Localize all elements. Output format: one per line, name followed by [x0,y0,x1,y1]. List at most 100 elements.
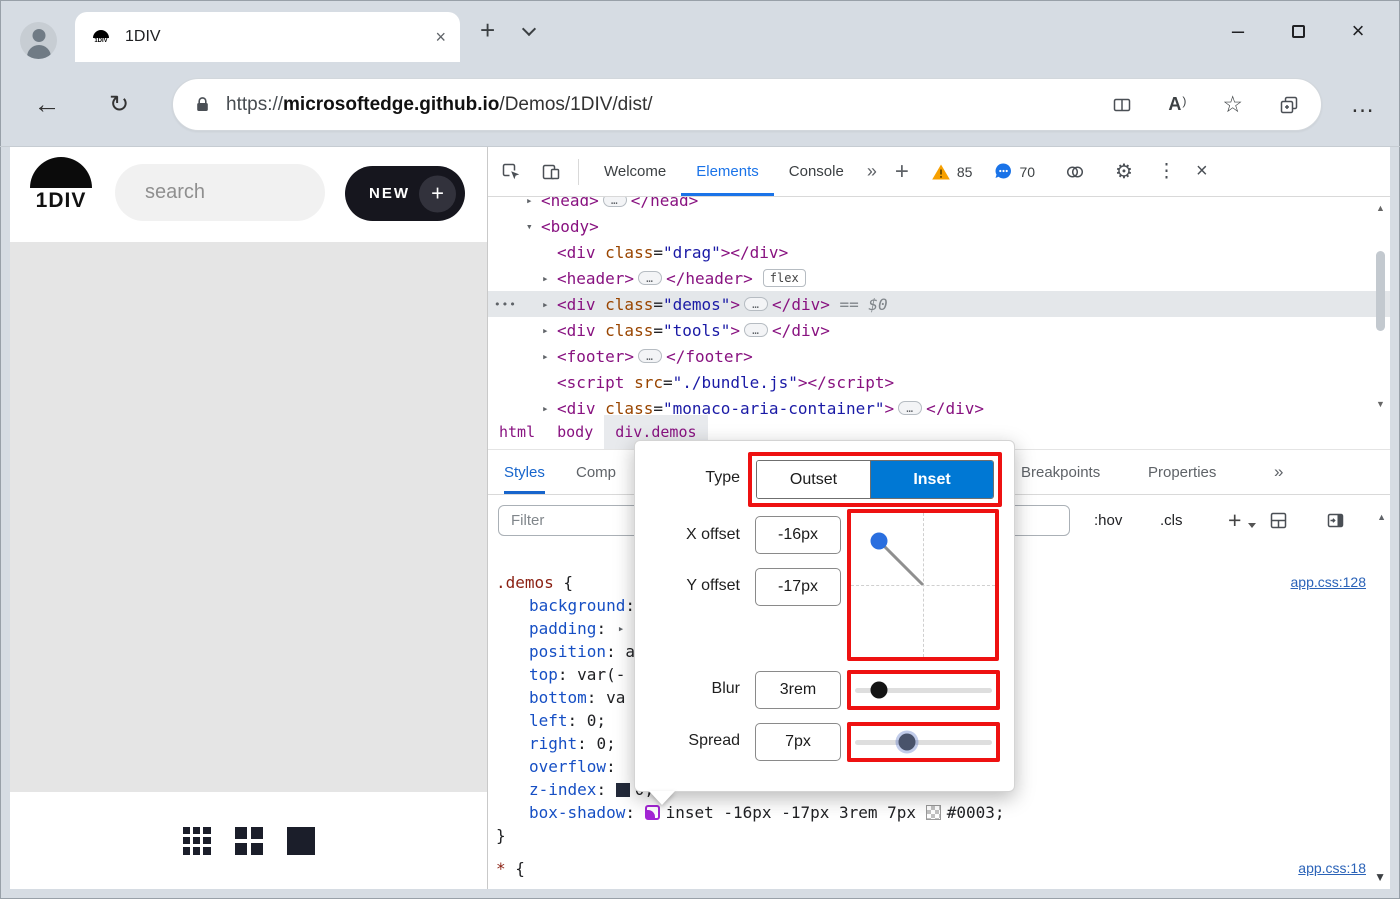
single-view-icon[interactable] [287,827,315,855]
maximize-button[interactable] [1268,18,1328,44]
spread-slider[interactable] [851,726,996,758]
css-source-link[interactable]: app.css:18 [1298,857,1366,880]
favorite-star-icon[interactable]: ☆ [1222,91,1243,118]
color-swatch[interactable] [926,805,941,820]
styles-scroll-up-icon[interactable]: ▲ [1377,512,1386,522]
minimize-button[interactable]: – [1208,18,1268,44]
focus-mode-icon[interactable] [1065,162,1085,182]
expander-icon[interactable]: ▸ [542,272,557,285]
z-index-swatch[interactable] [616,783,630,797]
split-screen-icon[interactable] [1112,95,1132,115]
shorthand-expand-icon[interactable]: ▸ [618,617,625,640]
breadcrumb-body[interactable]: body [546,415,604,449]
lock-icon[interactable] [195,96,210,113]
url-text[interactable]: https://microsoftedge.github.io/Demos/1D… [226,94,653,116]
tab-console[interactable]: Console [774,147,859,196]
y-offset-input[interactable]: -17px [755,568,841,606]
scrollbar-thumb[interactable] [1376,251,1385,331]
code-token: class [596,321,654,340]
tab-breakpoints[interactable]: Breakpoints [1021,450,1100,494]
inline-expand-button[interactable]: … [638,271,662,285]
tab-welcome[interactable]: Welcome [589,147,681,196]
blur-slider-handle[interactable] [871,682,888,699]
dom-tree-row[interactable]: ▸<div class="tools">…</div> [488,317,1390,343]
grid-3x3-icon[interactable] [183,827,211,855]
dom-tree-row[interactable]: ▸<header>…</header>flex [488,265,1390,291]
flex-badge[interactable]: flex [763,269,806,287]
spread-slider-handle[interactable] [899,734,916,751]
new-rule-caret-icon[interactable] [1248,523,1256,528]
read-aloud-icon[interactable]: A) [1168,94,1186,115]
shadow-editor-button[interactable] [645,805,660,820]
add-panel-icon[interactable]: + [895,158,909,186]
more-tabs-icon[interactable]: » [867,161,877,182]
browser-tab[interactable]: 1DIV 1DIV × [75,12,460,62]
row-options-dots[interactable]: ••• [494,298,517,311]
inspect-element-icon[interactable] [494,155,528,189]
toggle-hover-state-button[interactable]: :hov [1094,495,1122,545]
search-input[interactable] [115,164,325,221]
blur-slider[interactable] [851,674,996,706]
blur-input[interactable]: 3rem [755,671,841,709]
expander-icon[interactable]: ▸ [542,402,557,415]
inline-expand-button[interactable]: … [744,297,768,311]
dom-tree-row[interactable]: ▾<body> [488,213,1390,239]
dom-tree-row[interactable]: ▸<div class="monaco-aria-container">…</d… [488,395,1390,415]
dom-tree-scrollbar[interactable]: ▲ ▼ [1373,201,1388,411]
inline-expand-button[interactable]: … [638,349,662,363]
devtools-close-icon[interactable]: × [1196,160,1208,183]
scroll-down-icon[interactable]: ▼ [1373,397,1388,411]
new-tab-button[interactable]: + [480,15,495,46]
profile-avatar[interactable] [20,22,57,59]
dom-tree-row[interactable]: ▸<head>…</head> [488,197,1390,213]
settings-gear-icon[interactable]: ⚙ [1115,159,1133,184]
expander-icon[interactable]: ▸ [542,350,557,363]
computed-sidebar-icon[interactable] [1269,495,1288,545]
message-counter[interactable]: 70 [994,162,1035,181]
dom-tree-row[interactable]: <script src="./bundle.js"></script> [488,369,1390,395]
expander-icon[interactable]: ▸ [526,197,541,207]
expander-icon[interactable]: ▾ [526,220,541,233]
collections-icon[interactable] [1279,95,1299,115]
outset-button[interactable]: Outset [757,461,871,498]
scroll-up-icon[interactable]: ▲ [1373,201,1388,215]
dom-tree-row[interactable]: <div class="drag"></div> [488,239,1390,265]
sidebar-more-tabs-icon[interactable]: » [1274,450,1283,494]
expander-icon[interactable]: ▸ [542,324,557,337]
back-button[interactable]: ← [26,62,68,147]
offset-direction-pad[interactable] [851,513,995,657]
inset-button[interactable]: Inset [871,461,993,498]
tab-menu-chevron-icon[interactable] [522,22,536,36]
css-source-link[interactable]: app.css:128 [1291,571,1367,594]
inline-expand-button[interactable]: … [898,401,922,415]
toolbar-divider [578,159,579,185]
styles-scroll-down-icon[interactable]: ▼ [1374,870,1386,884]
x-offset-input[interactable]: -16px [755,516,841,554]
breadcrumb-html[interactable]: html [488,415,546,449]
code-token: <div [557,399,596,416]
expander-icon[interactable]: ▸ [542,298,557,311]
toggle-class-button[interactable]: .cls [1160,495,1183,545]
grid-2x2-icon[interactable] [235,827,263,855]
new-style-rule-button[interactable]: + [1228,495,1241,545]
tab-close-icon[interactable]: × [435,27,446,48]
spread-input[interactable]: 7px [755,723,841,761]
address-bar[interactable]: https://microsoftedge.github.io/Demos/1D… [172,78,1322,131]
refresh-button[interactable]: ↻ [98,62,140,147]
devtools-panel: Welcome Elements Console » + 85 70 ⚙ ⋮ ×… [487,147,1390,889]
inline-expand-button[interactable]: … [744,323,768,337]
inline-expand-button[interactable]: … [603,197,627,207]
browser-menu-icon[interactable]: … [1342,62,1384,147]
new-demo-button[interactable]: NEW + [345,166,465,221]
device-emulation-icon[interactable] [534,155,568,189]
warning-counter[interactable]: 85 [931,163,973,181]
tab-properties[interactable]: Properties [1148,450,1216,494]
tab-styles[interactable]: Styles [504,450,545,494]
dom-tree-row[interactable]: •••▸<div class="demos">…</div> == $0 [488,291,1390,317]
dock-sidebar-icon[interactable] [1326,495,1345,545]
close-window-button[interactable]: × [1328,18,1388,44]
tab-elements[interactable]: Elements [681,147,774,196]
tab-computed[interactable]: Comp [576,450,616,494]
dom-tree-row[interactable]: ▸<footer>…</footer> [488,343,1390,369]
devtools-menu-icon[interactable]: ⋮ [1157,160,1176,183]
